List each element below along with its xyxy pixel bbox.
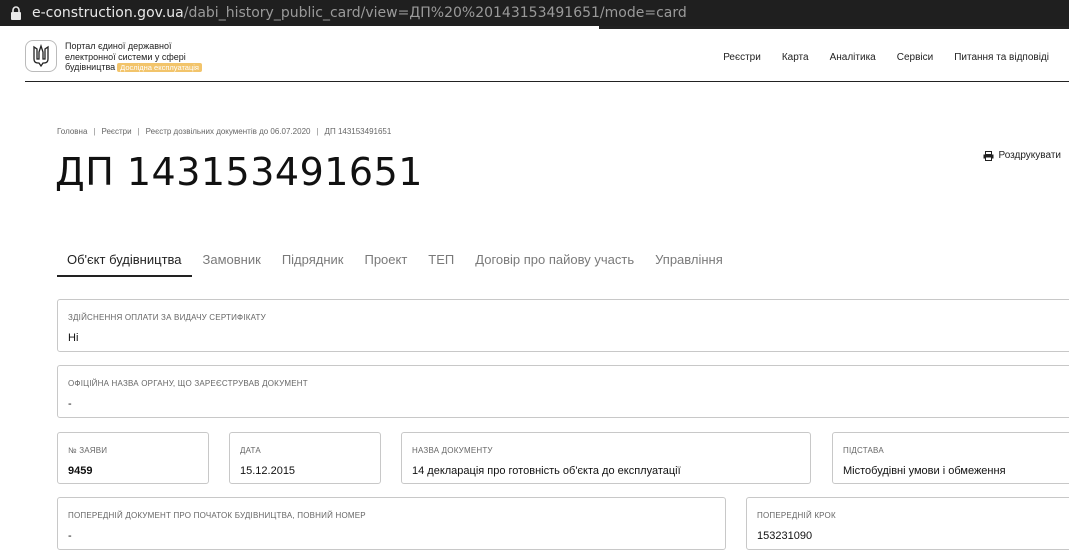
tab-project[interactable]: Проект xyxy=(354,250,417,277)
lock-icon xyxy=(10,6,22,20)
tab-bar: Об'єкт будівництва Замовник Підрядник Пр… xyxy=(57,250,734,277)
print-button[interactable]: Роздрукувати xyxy=(983,150,1061,161)
tab-management[interactable]: Управління xyxy=(645,250,733,277)
field-value: 153231090 xyxy=(757,530,813,542)
field-value: - xyxy=(68,530,72,542)
field-label: Попередній документ про початок будівниц… xyxy=(68,511,366,520)
field-value: Ні xyxy=(68,332,79,344)
nav-faq[interactable]: Питання та відповіді xyxy=(954,52,1049,63)
field-label: Підстава xyxy=(843,446,884,455)
url-host: e-construction.gov.ua xyxy=(32,5,184,21)
breadcrumb-registries[interactable]: Реєстри xyxy=(101,127,131,136)
field-basis: Підстава Містобудівні умови і обмеження xyxy=(832,432,1069,484)
tab-construction-object[interactable]: Об'єкт будівництва xyxy=(57,250,192,277)
browser-strip xyxy=(0,26,1069,32)
beta-badge: Дослідна експлуатація xyxy=(117,63,202,72)
portal-name[interactable]: Портал єдиної державної електронної сист… xyxy=(65,41,235,74)
field-label: Назва документу xyxy=(412,446,493,455)
nav-map[interactable]: Карта xyxy=(782,52,809,63)
nav-services[interactable]: Сервіси xyxy=(897,52,933,63)
browser-address-bar[interactable]: e-construction.gov.ua/dabi_history_publi… xyxy=(0,0,1069,26)
print-label: Роздрукувати xyxy=(998,150,1061,161)
tab-equity-contract[interactable]: Договір про пайову участь xyxy=(465,250,644,277)
nav-analytics[interactable]: Аналітика xyxy=(830,52,876,63)
field-value: 9459 xyxy=(68,465,93,477)
field-value: 15.12.2015 xyxy=(240,465,296,477)
breadcrumb: Головна | Реєстри | Реєстр дозвільних доку… xyxy=(57,127,392,136)
field-label: Офіційна назва органу, що зареєстрував д… xyxy=(68,379,308,388)
field-value: 14 декларація про готовність об'єкта до … xyxy=(412,465,681,477)
site-header: Портал єдиної державної електронної сист… xyxy=(25,38,1069,82)
printer-icon xyxy=(983,150,994,161)
page-title: ДП 143153491651 xyxy=(55,150,423,194)
field-payment: Здійснення оплати за видачу сертифікату … xyxy=(57,299,1069,352)
field-document-name: Назва документу 14 декларація про готовн… xyxy=(401,432,811,484)
breadcrumb-home[interactable]: Головна xyxy=(57,127,87,136)
field-value: Містобудівні умови і обмеження xyxy=(843,465,1006,477)
field-label: Дата xyxy=(240,446,261,455)
url-path: /dabi_history_public_card/view=ДП%20%201… xyxy=(183,5,687,21)
main-nav: Реєстри Карта Аналітика Сервіси Питання … xyxy=(702,52,1049,63)
tab-contractor[interactable]: Підрядник xyxy=(272,250,354,277)
tab-tep[interactable]: ТЕП xyxy=(418,250,464,277)
nav-registries[interactable]: Реєстри xyxy=(723,52,761,63)
breadcrumb-current: ДП 143153491651 xyxy=(324,127,392,136)
field-value: - xyxy=(68,398,72,410)
field-label: № заяви xyxy=(68,446,108,455)
trident-logo-icon[interactable] xyxy=(25,40,57,72)
field-application-number: № заяви 9459 xyxy=(57,432,209,484)
field-previous-step: Попередній крок 153231090 xyxy=(746,497,1069,550)
field-label: Попередній крок xyxy=(757,511,836,520)
field-date: Дата 15.12.2015 xyxy=(229,432,381,484)
field-previous-document: Попередній документ про початок будівниц… xyxy=(57,497,726,550)
tab-customer[interactable]: Замовник xyxy=(193,250,271,277)
breadcrumb-registry[interactable]: Реєстр дозвільних документів до 06.07.20… xyxy=(146,127,311,136)
field-label: Здійснення оплати за видачу сертифікату xyxy=(68,313,266,322)
field-authority: Офіційна назва органу, що зареєстрував д… xyxy=(57,365,1069,418)
